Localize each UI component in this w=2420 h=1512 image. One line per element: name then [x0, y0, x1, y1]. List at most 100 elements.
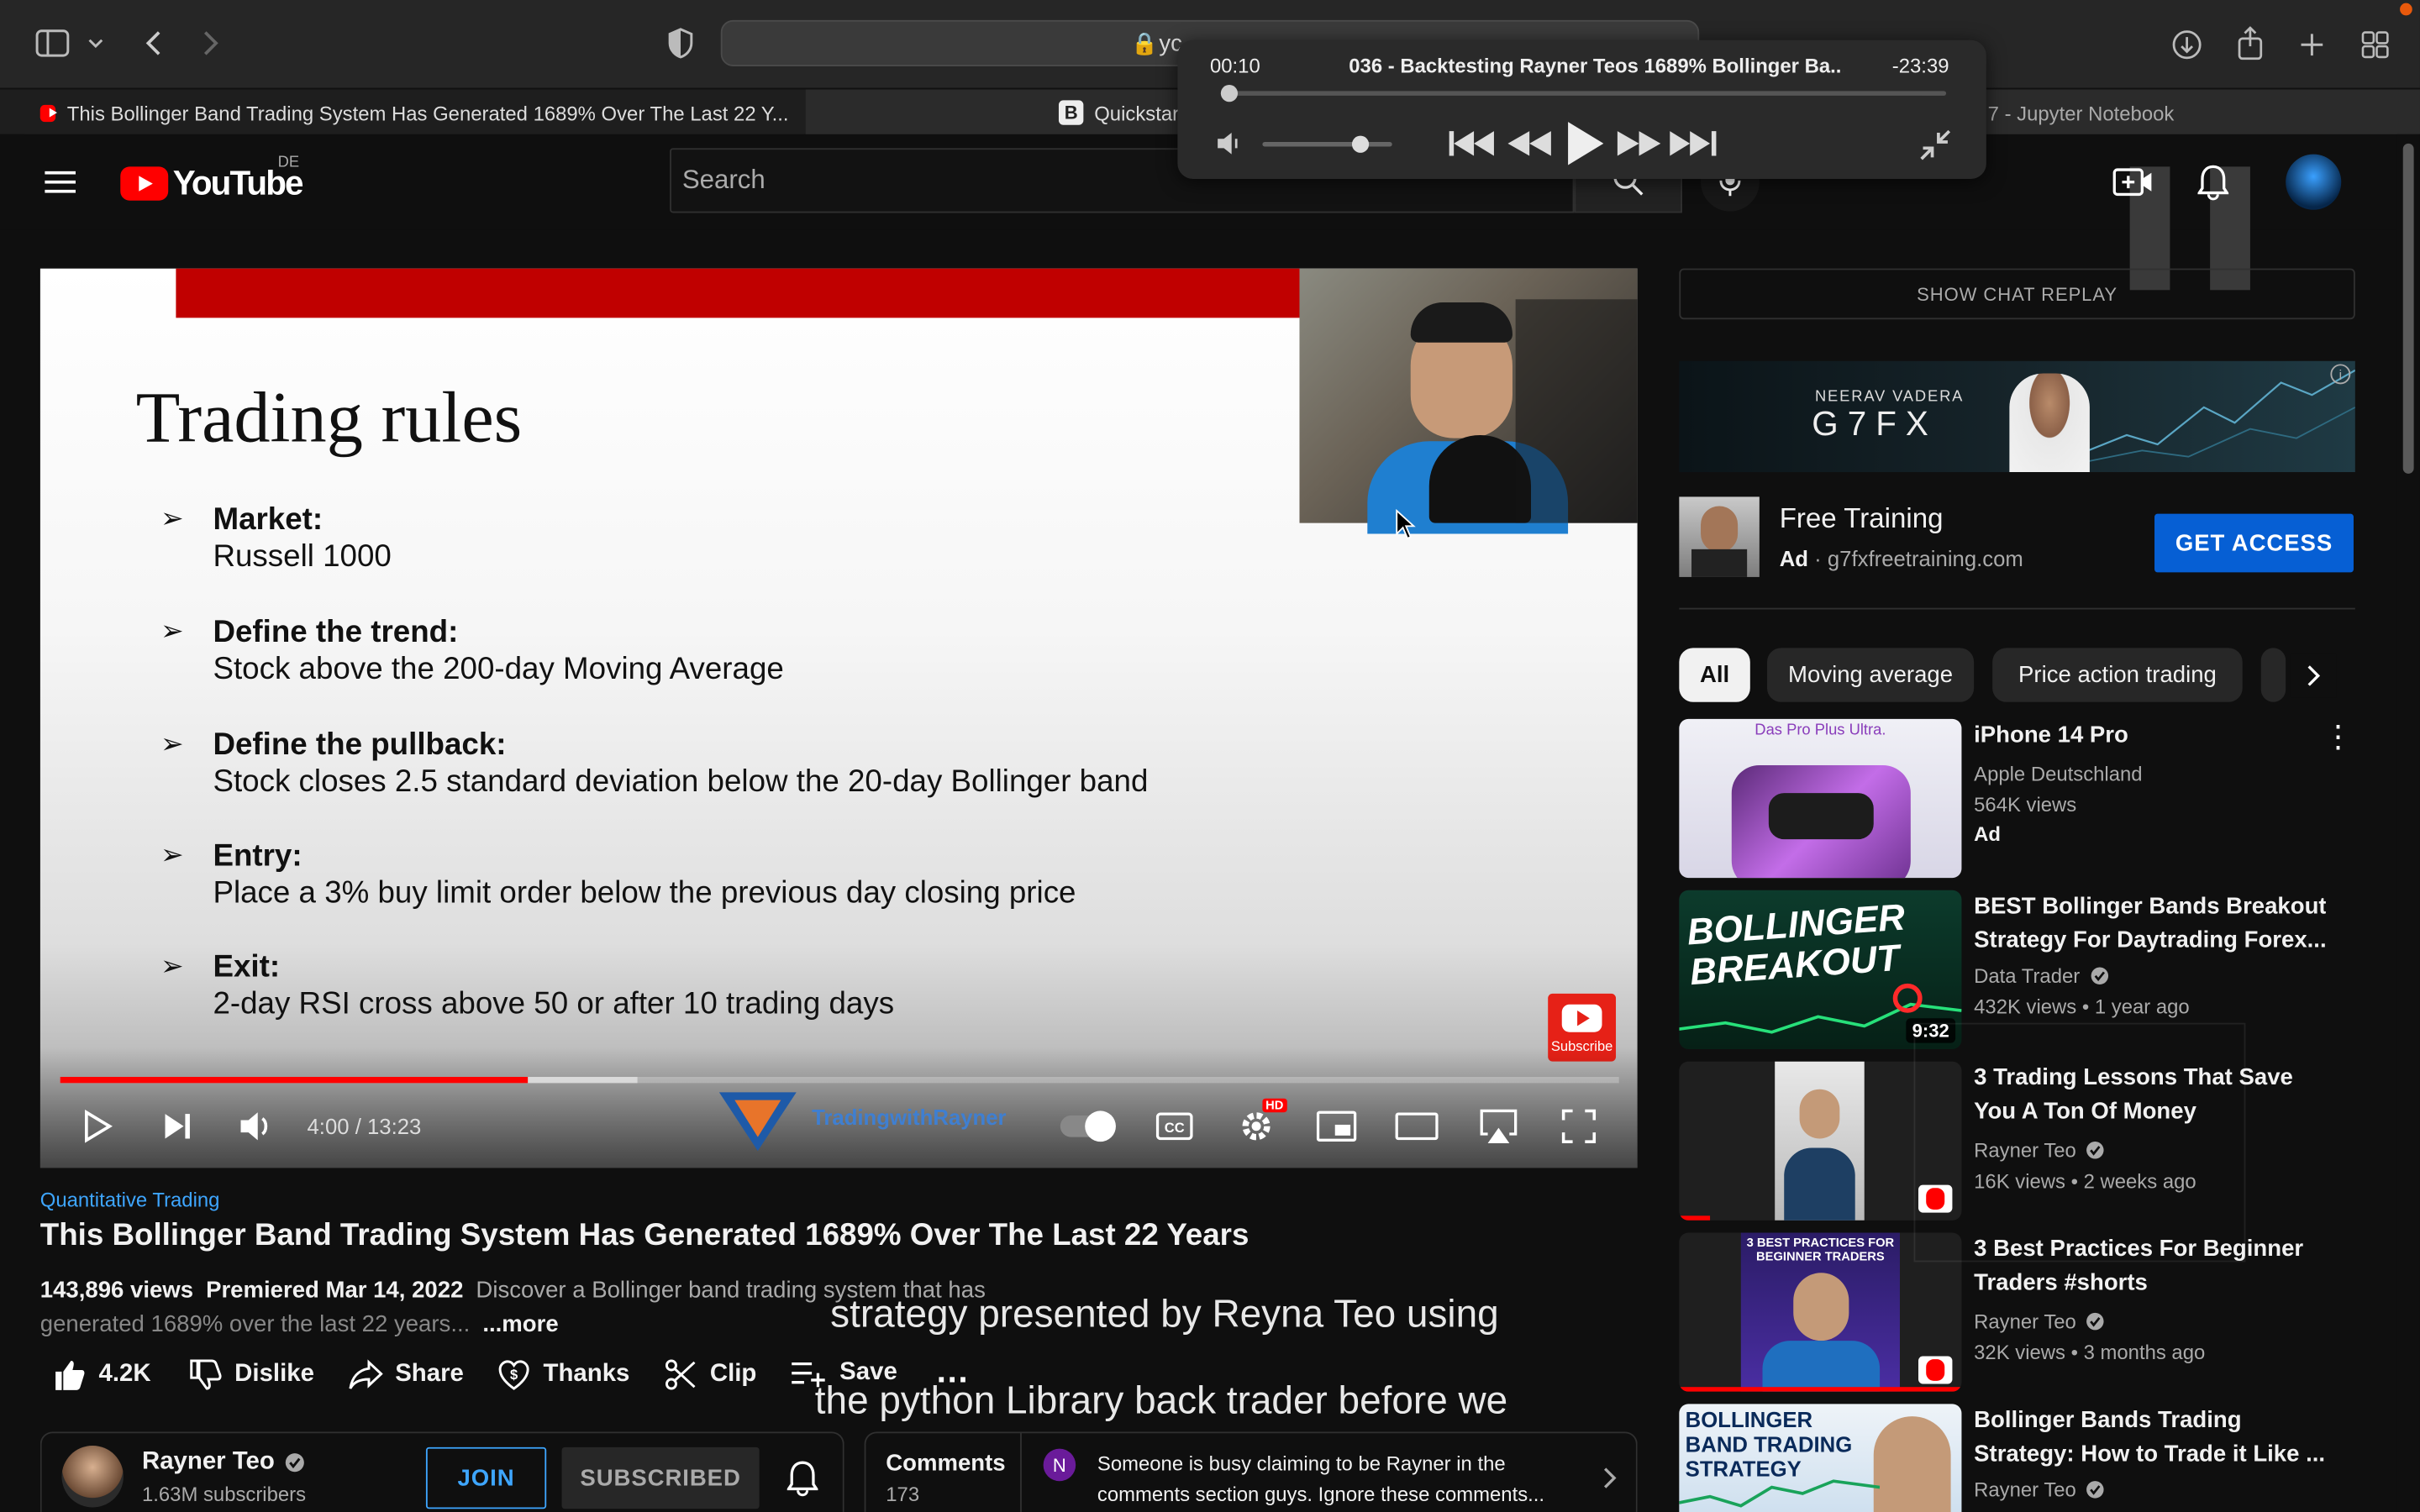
video-thumbnail[interactable]: Das Pro Plus Ultra.	[1679, 718, 1962, 879]
hashtag-link[interactable]: Quantitative Trading	[40, 1188, 220, 1211]
watched-bar	[1679, 1387, 1962, 1392]
fast-forward-icon[interactable]	[1612, 127, 1665, 160]
chip-price-action[interactable]: Price action trading	[1992, 648, 2243, 702]
get-access-button[interactable]: GET ACCESS	[2154, 513, 2354, 573]
video-channel[interactable]: Rayner Teo	[1974, 1310, 2106, 1333]
scrollbar-track[interactable]	[2396, 134, 2420, 1512]
play-icon[interactable]	[77, 1105, 118, 1147]
presenter-face	[1799, 1089, 1840, 1139]
video-thumbnail[interactable]	[1679, 1061, 1962, 1221]
account-avatar[interactable]	[2286, 154, 2342, 210]
video-channel[interactable]: Apple Deutschland	[1974, 762, 2142, 785]
mini-volume-slider[interactable]	[1262, 135, 1392, 153]
clip-label: Clip	[709, 1360, 757, 1388]
youtube-logo[interactable]: YouTube DE	[120, 155, 305, 207]
captions-icon[interactable]: CC	[1155, 1108, 1195, 1145]
floating-media-player[interactable]: 00:10 036 - Backtesting Rayner Teos 1689…	[1177, 39, 1986, 180]
chart-decoration-icon	[2080, 369, 2355, 464]
ad-thumb-body	[1691, 549, 1748, 577]
share-icon[interactable]	[2232, 24, 2269, 61]
scrollbar-thumb[interactable]	[2402, 143, 2414, 474]
back-icon[interactable]	[136, 24, 170, 61]
info-icon[interactable]: i	[2330, 364, 2351, 385]
chevron-right-icon[interactable]	[1596, 1462, 1623, 1494]
forward-icon[interactable]	[194, 24, 228, 61]
theater-mode-icon[interactable]	[1395, 1108, 1439, 1145]
mini-volume-knob[interactable]	[1351, 135, 1370, 153]
downloads-icon[interactable]	[2169, 26, 2206, 63]
skip-forward-icon[interactable]	[1667, 127, 1719, 160]
chip-all[interactable]: All	[1679, 648, 1750, 702]
share-label: Share	[395, 1360, 464, 1388]
exit-pip-icon[interactable]	[1915, 125, 1955, 165]
progress-bar[interactable]	[60, 1077, 1619, 1084]
video-title[interactable]: Bollinger Bands Trading Strategy: How to…	[1974, 1404, 2326, 1472]
volume-icon[interactable]	[234, 1105, 277, 1147]
channel-avatar[interactable]	[61, 1445, 124, 1508]
description-line: generated 1689% over the last 22 years..…	[39, 1311, 471, 1338]
sidebar-toggle-icon[interactable]	[34, 28, 71, 59]
tab-overview-icon[interactable]	[2357, 26, 2394, 63]
airplay-icon[interactable]	[1476, 1105, 1522, 1147]
video-channel[interactable]: Rayner Teo	[1974, 1478, 2106, 1501]
ad-banner[interactable]: NEERAV VADERA G7FX i	[1679, 360, 2355, 473]
video-frame: Trading rules ➢ Market: Russell 1000 ➢ Defi…	[39, 268, 1638, 1168]
chevron-down-icon[interactable]	[85, 31, 107, 55]
scissors-icon	[665, 1359, 696, 1390]
video-channel[interactable]: Data Trader	[1974, 964, 2109, 987]
presenter-face	[1873, 1416, 1951, 1512]
next-icon[interactable]	[157, 1105, 197, 1147]
svg-text:$: $	[510, 1367, 518, 1383]
chip-moving-average[interactable]: Moving average	[1767, 648, 1975, 702]
menu-icon[interactable]	[42, 164, 79, 201]
clip-button[interactable]: Clip	[664, 1357, 757, 1391]
autoplay-toggle[interactable]	[1060, 1110, 1116, 1142]
mini-mute-icon[interactable]	[1214, 129, 1245, 157]
privacy-shield-icon[interactable]	[664, 24, 697, 61]
join-button[interactable]: JOIN	[425, 1446, 547, 1509]
share-button[interactable]: Share	[349, 1357, 464, 1391]
channel-name[interactable]: Rayner Teo	[142, 1449, 306, 1477]
backtrader-favicon-icon: B	[1058, 100, 1084, 125]
video-thumbnail[interactable]: BOLLINGER BREAKOUT 9:32	[1679, 890, 1962, 1049]
video-thumbnail[interactable]: BOLLINGER BAND TRADING STRATEGY	[1679, 1404, 1962, 1512]
more-options-icon[interactable]: ⋮	[2323, 721, 2354, 754]
skip-back-icon[interactable]	[1446, 127, 1498, 160]
show-chat-replay-button[interactable]: SHOW CHAT REPLAY	[1679, 268, 2355, 320]
show-more-link[interactable]: ...more	[482, 1311, 558, 1337]
tab-youtube[interactable]: This Bollinger Band Trading System Has G…	[24, 89, 804, 136]
fullscreen-icon[interactable]	[1557, 1105, 1600, 1147]
new-tab-icon[interactable]	[2293, 26, 2330, 63]
divider	[1020, 1431, 1022, 1512]
slide-header-bar	[176, 268, 1300, 318]
autoplay-knob	[1085, 1110, 1116, 1142]
mini-scrubber[interactable]	[1220, 85, 1947, 102]
mini-play-icon[interactable]	[1562, 118, 1608, 168]
comment-preview-line: comments section guys. Ignore these comm…	[1097, 1483, 1545, 1506]
chips-next-icon[interactable]	[2290, 654, 2337, 698]
ad-title[interactable]: Free Training	[1780, 503, 1944, 536]
presenter-hair	[1410, 302, 1512, 343]
rewind-icon[interactable]	[1503, 127, 1555, 160]
miniplayer-icon[interactable]	[1315, 1108, 1358, 1145]
channel-bell-icon[interactable]	[781, 1457, 823, 1499]
chip-partial[interactable]	[2260, 648, 2286, 702]
like-button[interactable]: 4.2K	[52, 1357, 151, 1391]
thanks-button[interactable]: $ Thanks	[497, 1357, 629, 1391]
dislike-button[interactable]: Dislike	[188, 1357, 314, 1391]
video-thumbnail[interactable]: 3 BEST PRACTICES FOR BEGINNER TRADERS	[1679, 1232, 1962, 1392]
video-channel[interactable]: Rayner Teo	[1974, 1138, 2106, 1162]
video-title[interactable]: iPhone 14 Pro	[1974, 719, 2326, 753]
played-bar	[60, 1077, 529, 1084]
video-player[interactable]: Trading rules ➢ Market: Russell 1000 ➢ Defi…	[39, 268, 1638, 1168]
video-title[interactable]: 3 Best Practices For Beginner Traders #s…	[1974, 1233, 2326, 1301]
mini-scrubber-knob[interactable]	[1220, 85, 1238, 102]
thumbs-up-icon	[55, 1360, 85, 1390]
video-title[interactable]: 3 Trading Lessons That Save You A Ton Of…	[1974, 1062, 2326, 1130]
verified-icon	[2086, 1142, 2105, 1159]
ad-thumbnail[interactable]	[1679, 496, 1760, 577]
subscribed-button[interactable]: SUBSCRIBED	[561, 1446, 760, 1509]
settings-icon[interactable]: HD	[1234, 1098, 1287, 1147]
video-title[interactable]: BEST Bollinger Bands Breakout Strategy F…	[1974, 890, 2326, 958]
subscriber-count: 1.63M subscribers	[141, 1483, 307, 1506]
